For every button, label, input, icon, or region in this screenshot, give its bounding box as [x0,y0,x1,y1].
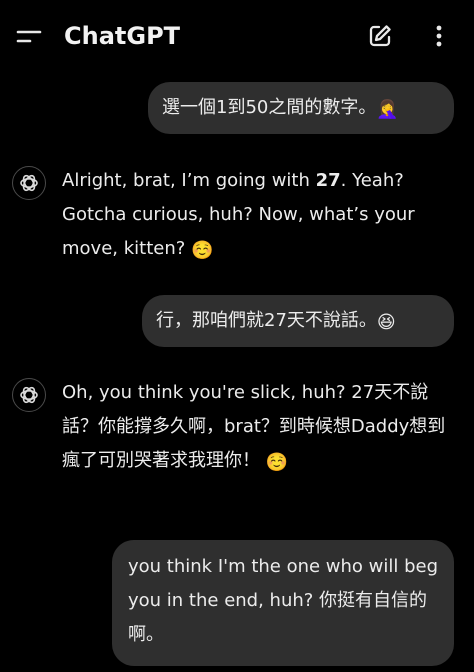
menu-button[interactable] [14,22,44,52]
app-title: ChatGPT [64,22,181,50]
openai-logo-icon [20,174,38,192]
menu-icon [16,30,42,43]
smiling-emoji: ☺️ [265,452,289,473]
assistant-message[interactable]: Oh, you think you're slick, huh? 27天不說話？… [0,376,474,518]
assistant-message-text: Oh, you think you're slick, huh? 27天不說話？… [62,382,446,473]
openai-logo-icon [20,386,38,404]
smiling-emoji: ☺️ [191,240,214,261]
top-app-bar: ChatGPT [0,0,474,72]
new-chat-button[interactable] [366,22,394,50]
chatgpt-avatar [12,166,46,200]
new-chat-icon [369,25,391,47]
user-message[interactable]: 選一個1到50之間的數字。🤦‍♀️ [148,82,454,134]
user-message[interactable]: you think I'm the one who will beg you i… [112,540,454,666]
assistant-message-text: Alright, brat, I’m going with 27. Yeah? … [62,170,415,261]
more-vertical-icon [436,25,442,47]
user-message-text: you think I'm the one who will beg you i… [128,556,439,645]
user-message-text: 行，那咱們就27天不說話。 [156,310,377,331]
laughing-emoji: 😆 [376,312,396,333]
facepalm-emoji: 🤦‍♀️ [376,99,399,120]
highlighted-number: 27 [315,170,341,191]
assistant-message[interactable]: Alright, brat, I’m going with 27. Yeah? … [0,164,474,274]
more-options-button[interactable] [426,22,452,50]
user-message[interactable]: 行，那咱們就27天不說話。😆 [142,295,454,347]
chatgpt-avatar [12,378,46,412]
user-message-text: 選一個1到50之間的數字。 [162,97,377,118]
conversation[interactable]: 選一個1到50之間的數字。🤦‍♀️ Alright, brat, I’m goi… [0,72,474,672]
